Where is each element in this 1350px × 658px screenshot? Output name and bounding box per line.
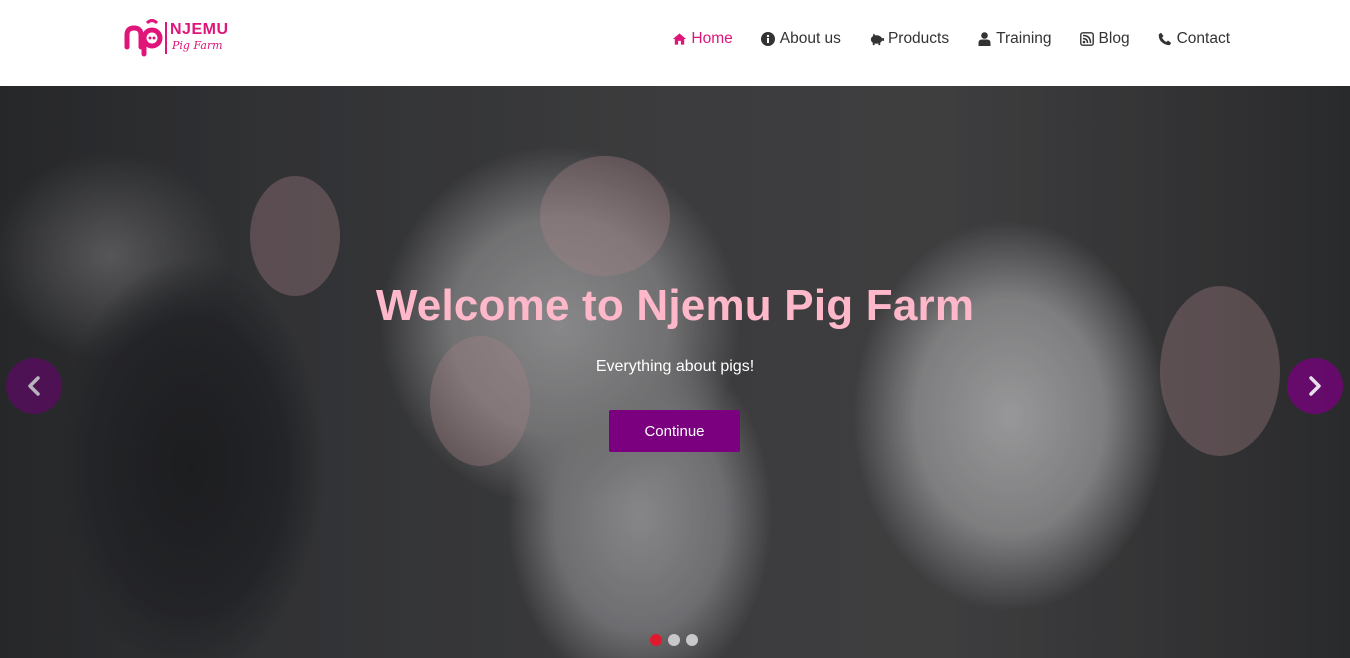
nav-item-training[interactable]: Training: [977, 30, 1052, 48]
hero-title: Welcome to Njemu Pig Farm: [375, 281, 975, 330]
carousel-prev-button[interactable]: [6, 358, 62, 414]
nav-item-home[interactable]: Home: [672, 30, 733, 48]
nav-label-about: About us: [779, 30, 841, 47]
brand-subtitle: Pig Farm: [172, 39, 223, 52]
carousel-dot-3[interactable]: [686, 634, 698, 646]
rss-icon: [1080, 32, 1095, 47]
logo-divider: [165, 22, 167, 54]
nav-item-about[interactable]: About us: [761, 30, 841, 48]
nav-item-blog[interactable]: Blog: [1080, 30, 1130, 48]
carousel-dot-2[interactable]: [668, 634, 680, 646]
continue-button[interactable]: Continue: [609, 410, 740, 452]
nav-label-training: Training: [996, 30, 1052, 47]
info-icon: [761, 32, 776, 47]
brand-logo[interactable]: NJEMU Pig Farm: [123, 17, 235, 61]
carousel-next-button[interactable]: [1287, 358, 1343, 414]
nav-label-contact: Contact: [1176, 30, 1230, 47]
hero-carousel: Welcome to Njemu Pig Farm Everything abo…: [0, 86, 1350, 658]
hero-subtitle: Everything about pigs!: [595, 358, 755, 375]
chevron-right-icon: [1309, 376, 1321, 396]
brand-name: NJEMU: [170, 21, 229, 38]
nav-label-blog: Blog: [1098, 30, 1130, 47]
nav-item-products[interactable]: Products: [869, 30, 949, 48]
logo-mark-icon: [124, 19, 163, 57]
nav-item-contact[interactable]: Contact: [1158, 30, 1230, 48]
piggy-bank-icon: [869, 32, 884, 47]
carousel-indicators: [650, 634, 704, 646]
chevron-left-icon: [28, 376, 40, 396]
user-icon: [977, 32, 992, 47]
nav-label-home: Home: [691, 30, 733, 47]
carousel-dot-1[interactable]: [650, 634, 662, 646]
main-nav: Home About us Products Training Blog Con…: [644, 30, 1230, 48]
phone-icon: [1158, 32, 1173, 47]
nav-label-products: Products: [887, 30, 950, 47]
site-header: NJEMU Pig Farm Home About us Products Tr…: [0, 0, 1350, 86]
home-icon: [672, 32, 687, 47]
